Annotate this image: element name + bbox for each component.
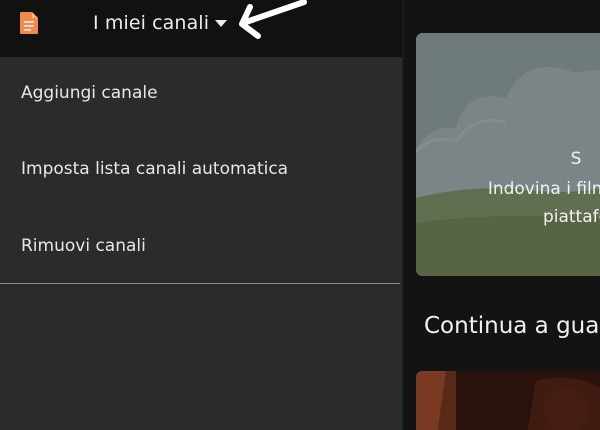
menu-item-auto-channel-list[interactable]: Imposta lista canali automatica — [0, 139, 402, 199]
promo-text-3: piattafo — [542, 207, 600, 227]
continue-watching-thumbnail[interactable] — [416, 371, 600, 430]
top-bar: I miei canali — [0, 0, 402, 57]
continue-watching-title: Continua a gua — [424, 313, 600, 339]
menu-item-label: Imposta lista canali automatica — [21, 159, 289, 179]
menu-item-label: Aggiungi canale — [21, 83, 158, 103]
menu-item-add-channel[interactable]: Aggiungi canale — [0, 63, 402, 123]
menu-item-remove-channels[interactable]: Rimuovi canali — [0, 216, 402, 276]
my-channels-dropdown[interactable]: I miei canali — [93, 10, 228, 36]
app-root: I miei canali Aggiungi canale Imposta li… — [0, 0, 600, 430]
promo-text-1: S — [570, 149, 582, 169]
document-icon[interactable] — [19, 11, 39, 35]
arrow-left-icon — [239, 0, 307, 39]
menu-divider — [0, 283, 400, 284]
caret-down-icon — [215, 20, 228, 27]
my-channels-label: I miei canali — [93, 12, 210, 34]
promo-banner[interactable]: S Indovina i film e piattafo — [416, 33, 600, 276]
menu-item-label: Rimuovi canali — [21, 236, 146, 256]
promo-text-2: Indovina i film e — [487, 179, 600, 199]
main-content: S Indovina i film e piattafo Continua a … — [404, 0, 600, 430]
thumbnail-image — [416, 371, 600, 430]
channels-menu: Aggiungi canale Imposta lista canali aut… — [0, 57, 402, 430]
